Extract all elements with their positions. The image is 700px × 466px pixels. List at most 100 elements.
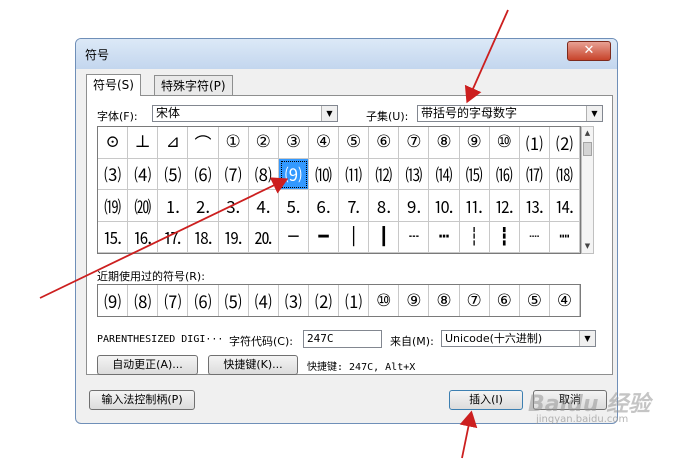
symbol-grid[interactable]: ⊙ ⊥ ⊿ ⌒ ① ② ③ ④ ⑤ ⑥ ⑦ ⑧ ⑨ ⑩ ⑴ ⑵ ⑶ ⑷ ⑸ ⑹ ⑺ ⑻ ⑼ ⑽ ⑾ ⑿ ⒀ ⒁ ⒂ ⒃ ⒄ ⒅ ⒆ ⒇ ⒈ ⒉ ⒊ ⒋ ⒌ ⒍… bbox=[97, 126, 581, 254]
symbol-cell[interactable]: ⒌ bbox=[278, 190, 309, 222]
subset-select[interactable]: 带括号的字母数字 ▼ bbox=[417, 105, 603, 122]
from-select[interactable]: Unicode(十六进制) ▼ bbox=[441, 330, 596, 347]
symbol-cell[interactable]: ⒆ bbox=[98, 190, 129, 222]
symbol-cell[interactable]: ┅ bbox=[429, 221, 460, 253]
recent-symbol-cell[interactable]: ④ bbox=[550, 285, 580, 316]
symbol-cell[interactable]: ⊥ bbox=[128, 127, 159, 159]
symbol-cell[interactable]: ⒀ bbox=[399, 158, 430, 190]
symbol-cell[interactable]: ⒗ bbox=[128, 221, 159, 253]
symbol-cell[interactable]: ① bbox=[218, 127, 249, 159]
symbol-cell[interactable]: ⑽ bbox=[308, 158, 339, 190]
symbol-cell[interactable]: ⑻ bbox=[248, 158, 279, 190]
symbol-cell[interactable]: ⑥ bbox=[369, 127, 400, 159]
symbol-cell[interactable]: ⒉ bbox=[188, 190, 219, 222]
symbol-cell[interactable]: ⑧ bbox=[429, 127, 460, 159]
symbol-cell[interactable]: ⑶ bbox=[98, 158, 129, 190]
symbol-cell[interactable]: ⑤ bbox=[339, 127, 370, 159]
symbol-cell[interactable]: ┆ bbox=[459, 221, 490, 253]
symbol-cell[interactable]: ⌒ bbox=[188, 127, 219, 159]
symbol-cell[interactable]: ⒅ bbox=[549, 158, 580, 190]
shortcut-key-button[interactable]: 快捷键(K)... bbox=[208, 355, 298, 375]
symbol-cell[interactable]: ┄ bbox=[399, 221, 430, 253]
symbol-cell[interactable]: ⑼ bbox=[278, 158, 309, 190]
recent-symbol-cell[interactable]: ⑵ bbox=[309, 285, 339, 316]
symbol-cell[interactable]: ⒚ bbox=[218, 221, 249, 253]
symbol-cell[interactable]: ④ bbox=[308, 127, 339, 159]
symbol-cell[interactable]: ┃ bbox=[369, 221, 400, 253]
scroll-up-icon[interactable]: ▲ bbox=[582, 127, 593, 140]
symbol-cell[interactable]: ─ bbox=[278, 221, 309, 253]
recent-symbol-cell[interactable]: ⑶ bbox=[279, 285, 309, 316]
autocorrect-button[interactable]: 自动更正(A)... bbox=[97, 355, 198, 375]
tab-symbols[interactable]: 符号(S) bbox=[86, 74, 141, 96]
symbol-cell[interactable]: ⒍ bbox=[308, 190, 339, 222]
recent-symbol-cell[interactable]: ⑹ bbox=[188, 285, 219, 316]
scroll-down-icon[interactable]: ▼ bbox=[582, 240, 593, 253]
symbol-cell[interactable]: ⒇ bbox=[128, 190, 159, 222]
symbol-cell[interactable]: ⑦ bbox=[399, 127, 430, 159]
symbol-cell[interactable]: ③ bbox=[278, 127, 309, 159]
symbol-cell[interactable]: ⒑ bbox=[429, 190, 460, 222]
symbol-cell[interactable]: ⒄ bbox=[519, 158, 550, 190]
symbol-cell[interactable]: ⑺ bbox=[218, 158, 249, 190]
symbol-cell[interactable]: ⒂ bbox=[459, 158, 490, 190]
symbol-cell[interactable]: ⑷ bbox=[128, 158, 159, 190]
symbol-cell[interactable]: ⒒ bbox=[459, 190, 490, 222]
chevron-down-icon[interactable]: ▼ bbox=[321, 106, 337, 121]
symbol-cell[interactable]: ⒘ bbox=[158, 221, 189, 253]
symbol-cell[interactable]: ⒛ bbox=[248, 221, 279, 253]
recent-symbol-cell[interactable]: ⑷ bbox=[249, 285, 279, 316]
recent-symbol-cell[interactable]: ⑺ bbox=[158, 285, 189, 316]
recent-symbol-cell[interactable]: ⑤ bbox=[520, 285, 550, 316]
recent-symbol-cell[interactable]: ⑩ bbox=[369, 285, 400, 316]
symbol-cell[interactable]: ⑩ bbox=[489, 127, 520, 159]
symbol-cell[interactable]: ⒋ bbox=[248, 190, 279, 222]
symbol-cell[interactable]: ⒊ bbox=[218, 190, 249, 222]
symbol-cell[interactable]: │ bbox=[339, 221, 370, 253]
char-code-input[interactable]: 247C bbox=[303, 330, 382, 348]
recent-symbol-cell[interactable]: ⑦ bbox=[460, 285, 490, 316]
symbol-cell[interactable]: ┇ bbox=[489, 221, 520, 253]
recent-symbol-cell[interactable]: ⑨ bbox=[399, 285, 430, 316]
font-select[interactable]: 宋体 ▼ bbox=[152, 105, 338, 122]
symbol-cell[interactable]: ┈ bbox=[519, 221, 550, 253]
symbol-cell[interactable]: ⊙ bbox=[98, 127, 129, 159]
symbol-cell[interactable]: ━ bbox=[308, 221, 339, 253]
symbol-cell[interactable]: ⒁ bbox=[429, 158, 460, 190]
symbol-cell[interactable]: ⒙ bbox=[188, 221, 219, 253]
recent-symbol-cell[interactable]: ⑧ bbox=[429, 285, 460, 316]
symbol-cell[interactable]: ⊿ bbox=[158, 127, 189, 159]
symbol-cell[interactable]: ② bbox=[248, 127, 279, 159]
symbol-cell[interactable]: ⒏ bbox=[369, 190, 400, 222]
recent-symbol-cell[interactable]: ⑴ bbox=[339, 285, 370, 316]
recent-symbol-cell[interactable]: ⑼ bbox=[98, 285, 129, 316]
recent-symbol-cell[interactable]: ⑥ bbox=[490, 285, 520, 316]
symbol-cell[interactable]: ⑴ bbox=[519, 127, 550, 159]
symbol-cell[interactable]: ⒓ bbox=[489, 190, 520, 222]
symbol-cell[interactable]: ⑿ bbox=[369, 158, 400, 190]
symbol-cell[interactable]: ⑵ bbox=[549, 127, 580, 159]
chevron-down-icon[interactable]: ▼ bbox=[579, 331, 595, 346]
recent-symbol-cell[interactable]: ⑸ bbox=[219, 285, 249, 316]
close-button[interactable]: ✕ bbox=[567, 41, 611, 61]
symbol-cell[interactable]: ⒎ bbox=[339, 190, 370, 222]
symbol-cell[interactable]: ⒕ bbox=[549, 190, 580, 222]
symbol-cell[interactable]: ⒃ bbox=[489, 158, 520, 190]
symbol-cell[interactable]: ⑨ bbox=[459, 127, 490, 159]
symbol-cell[interactable]: ⑸ bbox=[158, 158, 189, 190]
scroll-thumb[interactable] bbox=[583, 142, 592, 156]
recent-symbols[interactable]: ⑼⑻⑺⑹⑸⑷⑶⑵⑴⑩⑨⑧⑦⑥⑤④ bbox=[97, 284, 581, 317]
symbol-cell[interactable]: ⒖ bbox=[98, 221, 129, 253]
chevron-down-icon[interactable]: ▼ bbox=[586, 106, 602, 121]
tab-special-characters[interactable]: 特殊字符(P) bbox=[154, 75, 233, 95]
ime-handle-button[interactable]: 输入法控制柄(P) bbox=[89, 390, 195, 410]
symbol-cell[interactable]: ⑾ bbox=[339, 158, 370, 190]
symbol-grid-scrollbar[interactable]: ▲ ▼ bbox=[581, 126, 594, 254]
symbol-cell[interactable]: ⒐ bbox=[399, 190, 430, 222]
symbol-cell[interactable]: ┉ bbox=[549, 221, 580, 253]
symbol-cell[interactable]: ⑹ bbox=[188, 158, 219, 190]
insert-button[interactable]: 插入(I) bbox=[449, 390, 523, 410]
symbol-cell[interactable]: ⒈ bbox=[158, 190, 189, 222]
recent-symbol-cell[interactable]: ⑻ bbox=[128, 285, 159, 316]
symbol-cell[interactable]: ⒔ bbox=[519, 190, 550, 222]
